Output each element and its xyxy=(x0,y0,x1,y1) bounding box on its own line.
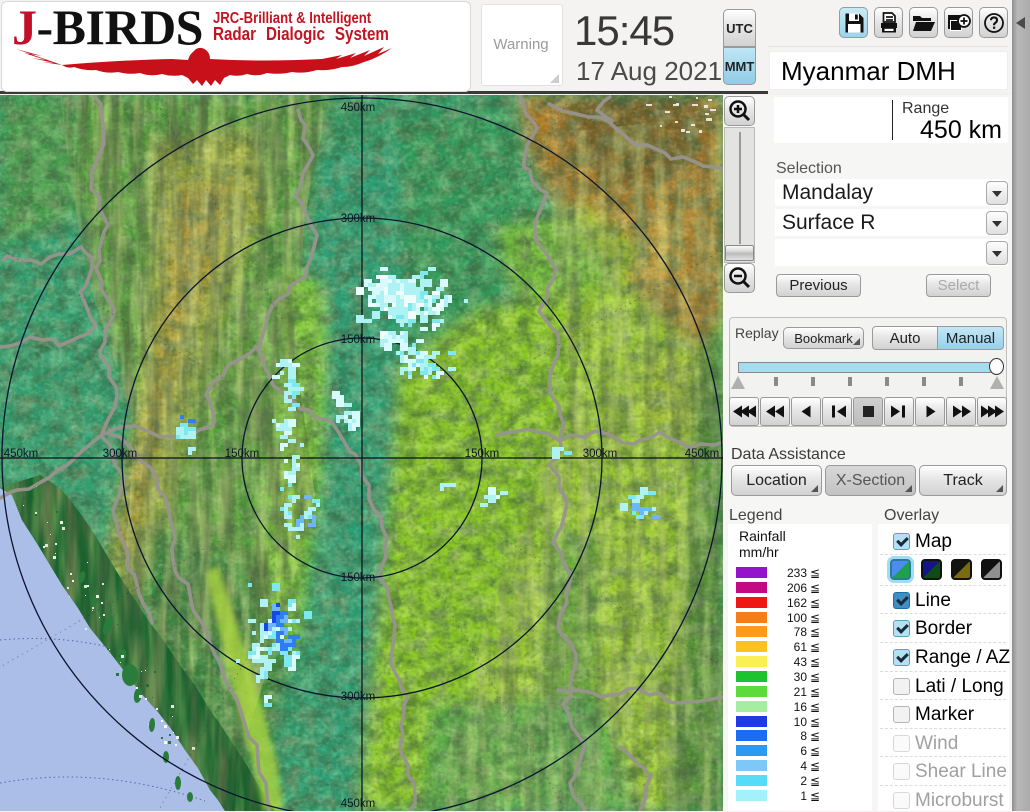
svg-text:150km: 150km xyxy=(341,572,376,584)
svg-text:450km: 450km xyxy=(341,798,376,810)
svg-text:450km: 450km xyxy=(341,102,376,114)
svg-text:150km: 150km xyxy=(465,448,500,460)
svg-text:300km: 300km xyxy=(583,448,618,460)
svg-text:150km: 150km xyxy=(341,334,376,346)
svg-text:300km: 300km xyxy=(103,448,138,460)
svg-text:450km: 450km xyxy=(685,448,720,460)
svg-text:450km: 450km xyxy=(4,448,39,460)
svg-text:300km: 300km xyxy=(341,691,376,703)
svg-text:150km: 150km xyxy=(225,448,260,460)
svg-text:300km: 300km xyxy=(341,213,376,225)
